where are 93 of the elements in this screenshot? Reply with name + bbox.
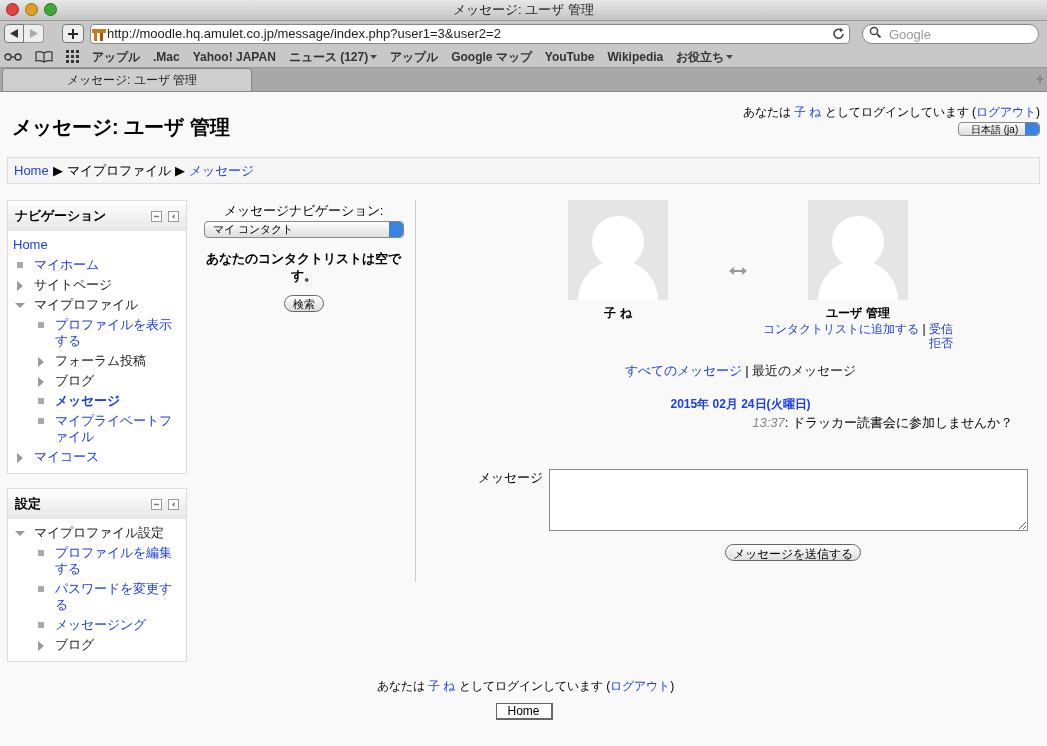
date-heading: 2015年 02月 24日(火曜日) <box>670 395 811 413</box>
bullet-icon <box>38 398 44 404</box>
window-title: メッセージ: ユーザ 管理 <box>453 1 594 20</box>
message-text: 13:37: ドラッカー読書会に参加しませんか？ <box>752 413 1013 432</box>
nav-item[interactable]: サイトページ <box>34 277 112 293</box>
user-link[interactable]: 子 ね <box>794 105 822 119</box>
breadcrumb-item: マイプロファイル <box>66 161 171 180</box>
breadcrumb-separator: ▶ <box>52 161 63 180</box>
separator-text: | <box>745 362 749 380</box>
plus-icon <box>1036 75 1044 83</box>
bookmark-link[interactable]: ニュース (127) <box>288 47 378 66</box>
left-arrow-icon <box>10 29 18 38</box>
home-button[interactable]: Home <box>495 703 553 720</box>
action-link[interactable]: 受信拒否 <box>928 322 953 350</box>
nav-link[interactable]: マイホーム <box>34 257 99 273</box>
view-link[interactable]: すべてのメッセージ <box>625 361 743 381</box>
search-field[interactable]: Google <box>862 24 1039 44</box>
message-input[interactable] <box>549 469 1028 531</box>
reload-icon <box>832 27 845 40</box>
nav-item[interactable]: ブログ <box>55 637 94 653</box>
nav-item[interactable]: ブログ <box>55 373 94 389</box>
bookmark-link[interactable]: Wikipedia <box>607 47 664 66</box>
logout-link[interactable]: ログアウト <box>976 105 1036 119</box>
empty-contacts-text: あなたのコンタクトリストは空です。 <box>205 249 403 284</box>
book-icon <box>35 50 53 63</box>
dock-icon <box>168 498 179 510</box>
user-name: 子 ね <box>604 305 632 322</box>
login-info: あなたは 子 ね としてログインしています (ログアウト) <box>376 678 675 695</box>
site-logo-icon <box>92 26 106 41</box>
dock-icon <box>168 210 179 222</box>
bullet-icon <box>38 322 44 328</box>
bookmark-link[interactable]: YouTube <box>544 47 595 66</box>
bullet-icon <box>17 262 23 268</box>
separator-text: | <box>922 322 926 336</box>
user-name: ユーザ 管理 <box>826 305 890 322</box>
page-heading: メッセージ: ユーザ 管理 <box>12 115 230 140</box>
field-label: メッセージナビゲーション: <box>223 202 384 220</box>
message-time: 13:37 <box>752 414 785 430</box>
search-icon <box>869 25 882 39</box>
bookmark-link[interactable]: アップル <box>390 47 439 66</box>
nav-item[interactable]: マイプロファイル設定 <box>34 525 164 541</box>
bookmark-link[interactable]: アップル <box>92 47 140 66</box>
block-title: 設定 <box>15 495 41 514</box>
bullet-icon <box>38 622 44 628</box>
caret-icon <box>726 54 734 59</box>
plus-icon <box>68 28 78 39</box>
bookmark-link[interactable]: .Mac <box>153 47 180 66</box>
nav-link[interactable]: マイコース <box>34 449 99 465</box>
bullet-icon <box>38 550 44 556</box>
search-button[interactable]: 検索 <box>283 294 324 312</box>
grid-icon <box>66 50 79 63</box>
logout-link[interactable]: ログアウト <box>610 679 671 693</box>
glasses-icon <box>4 50 22 63</box>
view-label: 最近のメッセージ <box>751 362 856 380</box>
double-arrow-icon <box>729 266 747 276</box>
caret-icon <box>370 54 378 59</box>
nav-link[interactable]: プロファイルを表示する <box>55 317 181 349</box>
add-bookmark-button[interactable] <box>62 24 84 43</box>
back-button[interactable] <box>4 24 24 43</box>
stepper-icon <box>388 221 403 237</box>
nav-link[interactable]: メッセージ <box>55 393 120 409</box>
stepper-icon <box>1025 123 1039 135</box>
bookmark-link[interactable]: お役立ち <box>676 47 734 66</box>
user-link[interactable]: 子 ね <box>428 679 456 693</box>
close-button[interactable] <box>6 3 19 16</box>
nav-link[interactable]: パスワードを変更する <box>55 581 181 613</box>
action-link[interactable]: コンタクトリストに追加する <box>763 322 920 336</box>
nav-link[interactable]: マイプライベートファイル <box>55 413 181 445</box>
bookmark-link[interactable]: Yahoo! JAPAN <box>192 47 276 66</box>
minimize-icon <box>151 210 162 222</box>
contact-select[interactable]: マイ コンタクト <box>203 220 404 238</box>
bookmark-link[interactable]: Google マップ <box>451 47 532 66</box>
nav-item[interactable]: マイプロファイル <box>34 297 138 313</box>
breadcrumb-link[interactable]: メッセージ <box>188 160 254 181</box>
field-label: メッセージ <box>478 469 543 487</box>
nav-item[interactable]: フォーラム投稿 <box>55 353 146 369</box>
nav-link[interactable]: メッセージング <box>55 617 146 633</box>
zoom-button[interactable] <box>44 3 57 16</box>
language-select[interactable]: 日本語 (ja) <box>958 122 1040 136</box>
nav-link[interactable]: プロファイルを編集する <box>55 545 181 577</box>
browser-tab[interactable]: メッセージ: ユーザ 管理 <box>2 68 252 91</box>
bullet-icon <box>38 418 44 424</box>
minimize-icon <box>151 498 162 510</box>
block-title: ナビゲーション <box>15 207 106 226</box>
minimize-button[interactable] <box>25 3 38 16</box>
right-arrow-icon <box>29 29 38 38</box>
breadcrumb-link[interactable]: Home <box>14 160 49 181</box>
login-info: あなたは 子 ね としてログインしています (ログアウト) <box>742 104 1040 121</box>
address-field[interactable]: http://moodle.hq.amulet.co.jp/message/index.php?user1=3&user2=2 <box>90 23 850 44</box>
send-message-button[interactable]: メッセージを送信する <box>725 544 861 561</box>
bullet-icon <box>38 586 44 592</box>
nav-link[interactable]: Home <box>13 237 181 253</box>
breadcrumb-separator: ▶ <box>174 161 185 180</box>
